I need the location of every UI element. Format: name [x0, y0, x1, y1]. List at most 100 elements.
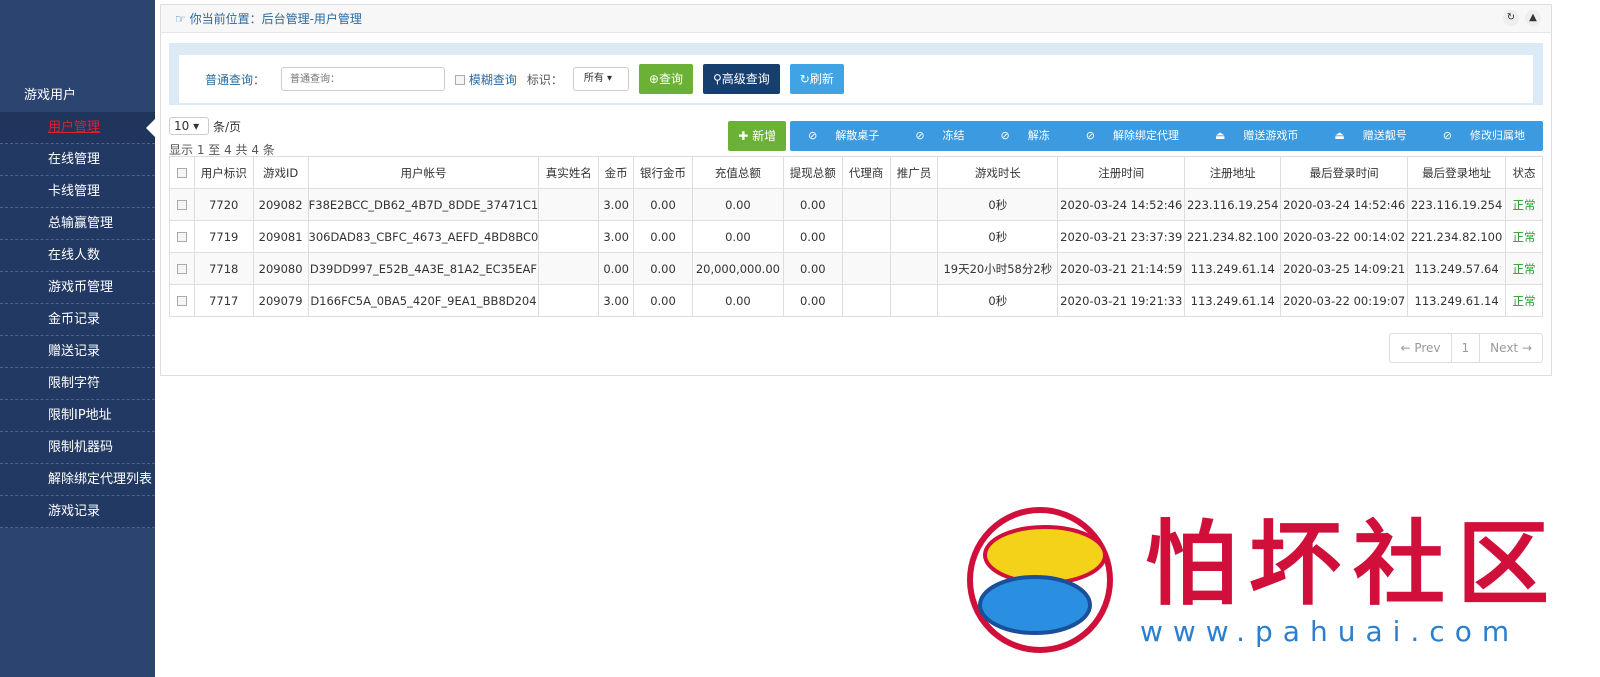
sidebar: 游戏用户 用户管理 在线管理 卡线管理 总输赢管理 在线人数 游戏币管理 金币记录 赠送记录限…: [0, 0, 155, 677]
table-cell: 0.00: [633, 284, 693, 317]
action-bar: ⊘ 解散桌子 ⊘ 冻结 ⊘ 解冻 ⊘ 解除绑定代理 ⏏ 赠送游戏币 ⏏ 赠送靓号 ⊘ 修改归属地: [790, 121, 1543, 151]
select-all-checkbox[interactable]: [176, 168, 187, 178]
page-1[interactable]: 1: [1452, 334, 1481, 362]
row-checkbox[interactable]: [176, 200, 187, 210]
sidebar-item[interactable]: 金币记录: [0, 304, 155, 336]
table-cell: 0秒: [937, 188, 1059, 221]
table-cell: 正常: [1505, 284, 1543, 317]
pagination: ← Prev 1 Next →: [1389, 333, 1543, 363]
sidebar-item[interactable]: 解除绑定代理列表: [0, 464, 155, 496]
tag-select[interactable]: 所有 ▾: [572, 67, 629, 91]
sidebar-menu: 用户管理 在线管理 卡线管理 总输赢管理 在线人数 游戏币管理 金币记录 赠送记录 限制字符 限制…: [0, 112, 155, 528]
table-cell: [889, 220, 939, 253]
sidebar-item[interactable]: 在线人数: [0, 240, 155, 272]
sidebar-item[interactable]: 卡线管理: [0, 176, 155, 208]
table-cell: [841, 284, 891, 317]
action-button[interactable]: ⏏ 赠送游戏币: [1197, 121, 1316, 151]
table-cell: 7720: [193, 188, 254, 221]
table-cell: 2020-03-25 14:09:21: [1280, 252, 1409, 285]
table-cell: 0.00: [691, 188, 784, 221]
action-icon: ⏏: [1214, 129, 1226, 142]
column-header: 状态: [1505, 156, 1543, 189]
collapse-icon[interactable]: ▲: [1525, 10, 1541, 26]
column-header: 最后登录地址: [1407, 156, 1507, 189]
sidebar-item[interactable]: 赠送记录: [0, 336, 155, 368]
breadcrumb-text: 你当前位置：后台管理-用户管理: [189, 12, 362, 26]
table-cell: [841, 252, 891, 285]
action-button[interactable]: ⊘ 解散桌子: [790, 121, 897, 151]
table-cell: 113.249.61.14: [1407, 284, 1507, 317]
table-cell: D39DD997_E52B_4A3E_81A2_EC35EAF: [307, 252, 540, 285]
column-header: 提现总额: [782, 156, 843, 189]
action-button[interactable]: ⏏ 赠送靓号: [1316, 121, 1424, 151]
search-label: 普通查询：: [205, 72, 266, 87]
tag-label: 标识：: [526, 72, 563, 87]
table-cell: 2020-03-24 14:52:46: [1057, 188, 1186, 221]
prev-button[interactable]: ← Prev: [1390, 334, 1452, 362]
add-button[interactable]: ✚ 新增: [728, 121, 787, 151]
table-cell: 209081: [252, 220, 309, 253]
table-cell: 正常: [1505, 188, 1543, 221]
column-header: 用户标识: [193, 156, 254, 189]
action-button[interactable]: ⊘ 修改归属地: [1425, 121, 1543, 151]
table-cell: 0.00: [598, 252, 635, 285]
sidebar-item[interactable]: 在线管理: [0, 144, 155, 176]
sidebar-item[interactable]: 游戏记录: [0, 496, 155, 528]
sidebar-item[interactable]: 限制机器码: [0, 432, 155, 464]
sidebar-group-title: 游戏用户: [24, 88, 77, 103]
per-page-select[interactable]: 10 ▾: [169, 117, 209, 135]
table-cell: 223.116.19.254: [1184, 188, 1282, 221]
column-header: 最后登录时间: [1280, 156, 1409, 189]
table-cell: 3.00: [598, 220, 635, 253]
main-panel: ☞ 你当前位置：后台管理-用户管理 ↻ ▲ 普通查询： 模糊查询 标识： 所有 ▾…: [160, 4, 1552, 376]
table-row[interactable]: 7717 209079 D166FC5A_0BA5_420F_9EA1_BB8D20…: [169, 284, 1543, 317]
column-header: 注册时间: [1057, 156, 1186, 189]
action-icon: ⊘: [808, 129, 818, 142]
table-cell: 0秒: [937, 220, 1059, 253]
table-cell: 2020-03-22 00:19:07: [1280, 284, 1409, 317]
table-cell: 0秒: [937, 284, 1059, 317]
fuzzy-label: 模糊查询: [468, 72, 517, 87]
active-indicator: [146, 118, 156, 138]
search-panel: 普通查询： 模糊查询 标识： 所有 ▾ ⊕查询 ⚲高级查询 ↻刷新: [169, 43, 1543, 105]
refresh-button[interactable]: ↻刷新: [789, 64, 844, 94]
row-checkbox[interactable]: [176, 264, 187, 274]
row-checkbox[interactable]: [176, 232, 187, 242]
table-cell: D166FC5A_0BA5_420F_9EA1_BB8D204: [307, 284, 540, 317]
table-row[interactable]: 7718 209080 D39DD997_E52B_4A3E_81A2_EC35EA…: [169, 252, 1543, 285]
table-cell: 7717: [193, 284, 254, 317]
fuzzy-checkbox[interactable]: [455, 75, 466, 85]
sidebar-item[interactable]: 总输赢管理: [0, 208, 155, 240]
sidebar-item[interactable]: 限制IP地址: [0, 400, 155, 432]
column-header: 银行金币: [633, 156, 693, 189]
action-icon: ⊘: [915, 129, 925, 142]
sidebar-item[interactable]: 用户管理: [0, 112, 155, 144]
reload-icon[interactable]: ↻: [1503, 10, 1519, 26]
table-cell: 2020-03-21 23:37:39: [1057, 220, 1186, 253]
advanced-query-button[interactable]: ⚲高级查询: [702, 64, 780, 94]
next-button[interactable]: Next →: [1480, 334, 1542, 362]
action-button[interactable]: ⊘ 解除绑定代理: [1068, 121, 1197, 151]
action-button[interactable]: ⊘ 解冻: [983, 121, 1068, 151]
table-cell: 221.234.82.100: [1407, 220, 1507, 253]
row-checkbox[interactable]: [176, 296, 187, 306]
table-cell: [538, 252, 600, 285]
column-header: 用户帐号: [307, 156, 540, 189]
action-button[interactable]: ⊘ 冻结: [897, 121, 982, 151]
table-cell: 113.249.57.64: [1407, 252, 1507, 285]
table-cell: 221.234.82.100: [1184, 220, 1282, 253]
table-cell: 0.00: [633, 188, 693, 221]
query-button[interactable]: ⊕查询: [638, 64, 693, 94]
column-header: 注册地址: [1184, 156, 1282, 189]
table-cell: 19天20小时58分2秒: [937, 252, 1059, 285]
table-cell: 0.00: [782, 188, 843, 221]
sidebar-item[interactable]: 游戏币管理: [0, 272, 155, 304]
search-input[interactable]: [281, 67, 446, 91]
action-icon: ⊘: [1085, 129, 1095, 142]
table-cell: 正常: [1505, 252, 1543, 285]
sidebar-item[interactable]: 限制字符: [0, 368, 155, 400]
table-row[interactable]: 7720 209082 F38E2BCC_DB62_4B7D_8DDE_37471C…: [169, 188, 1543, 221]
table-cell: 7718: [193, 252, 254, 285]
table-row[interactable]: 7719 209081 306DAD83_CBFC_4673_AEFD_4BD8BC…: [169, 220, 1543, 253]
column-header: 游戏时长: [937, 156, 1059, 189]
